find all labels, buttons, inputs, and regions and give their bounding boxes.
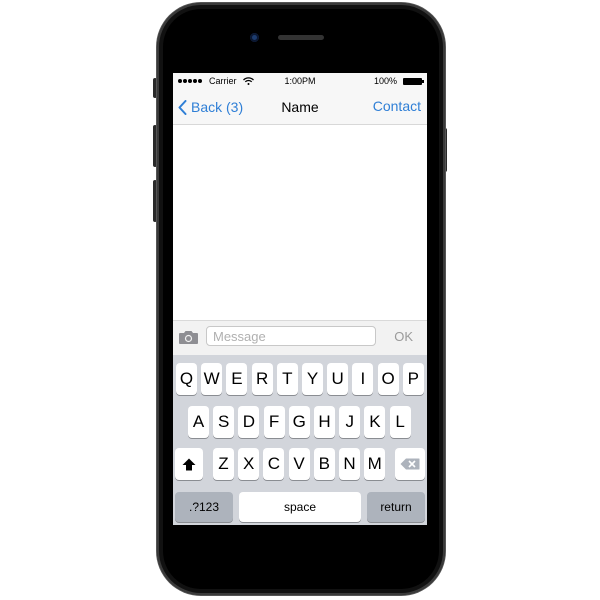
key-n[interactable]: N — [339, 448, 360, 480]
battery-icon — [403, 78, 424, 85]
key-e[interactable]: E — [226, 363, 248, 395]
key-l[interactable]: L — [389, 406, 411, 438]
front-camera — [250, 33, 259, 42]
shift-arrow-icon — [182, 458, 196, 470]
key-g[interactable]: G — [288, 406, 310, 438]
key-b[interactable]: B — [313, 448, 335, 480]
space-key[interactable]: space — [239, 492, 361, 522]
key-m[interactable]: M — [364, 448, 386, 480]
key-v[interactable]: V — [288, 448, 310, 480]
key-u[interactable]: U — [327, 363, 349, 395]
send-button[interactable]: OK — [394, 329, 413, 344]
home-area — [173, 525, 427, 580]
contact-button[interactable]: Contact — [373, 98, 421, 114]
battery-percentage: 100% — [373, 76, 397, 86]
key-j[interactable]: J — [339, 406, 361, 438]
key-y[interactable]: Y — [302, 363, 323, 395]
message-input[interactable] — [206, 326, 376, 346]
key-f[interactable]: F — [263, 406, 285, 438]
camera-icon[interactable] — [178, 330, 199, 345]
message-list[interactable] — [173, 125, 427, 320]
key-w[interactable]: W — [201, 363, 223, 395]
numbers-key[interactable]: .?123 — [175, 492, 233, 522]
delete-key[interactable] — [395, 448, 425, 480]
key-a[interactable]: A — [188, 406, 209, 438]
key-x[interactable]: X — [238, 448, 260, 480]
status-bar: Carrier 1:00PM 100% — [173, 73, 427, 90]
key-o[interactable]: O — [377, 363, 399, 395]
key-h[interactable]: H — [314, 406, 335, 438]
key-s[interactable]: S — [213, 406, 235, 438]
backspace-icon — [400, 458, 420, 470]
phone-screen: Carrier 1:00PM 100% Back (3) Name Contac… — [173, 73, 427, 525]
return-key[interactable]: return — [367, 492, 425, 522]
navigation-bar: Back (3) Name Contact — [173, 90, 427, 125]
key-d[interactable]: D — [238, 406, 260, 438]
key-k[interactable]: K — [364, 406, 386, 438]
key-p[interactable]: P — [402, 363, 424, 395]
key-z[interactable]: Z — [213, 448, 234, 480]
earpiece-speaker — [278, 35, 324, 40]
key-r[interactable]: R — [251, 363, 273, 395]
message-input-bar: OK — [173, 320, 427, 355]
key-i[interactable]: I — [352, 363, 374, 395]
stage: Carrier 1:00PM 100% Back (3) Name Contac… — [0, 0, 600, 600]
key-q[interactable]: Q — [176, 363, 197, 395]
key-t[interactable]: T — [276, 363, 298, 395]
key-c[interactable]: C — [263, 448, 285, 480]
keyboard: .?123 space return QWERTYUIOP ASDFGHJKL ZX… — [173, 355, 427, 525]
shift-key[interactable] — [175, 448, 203, 480]
